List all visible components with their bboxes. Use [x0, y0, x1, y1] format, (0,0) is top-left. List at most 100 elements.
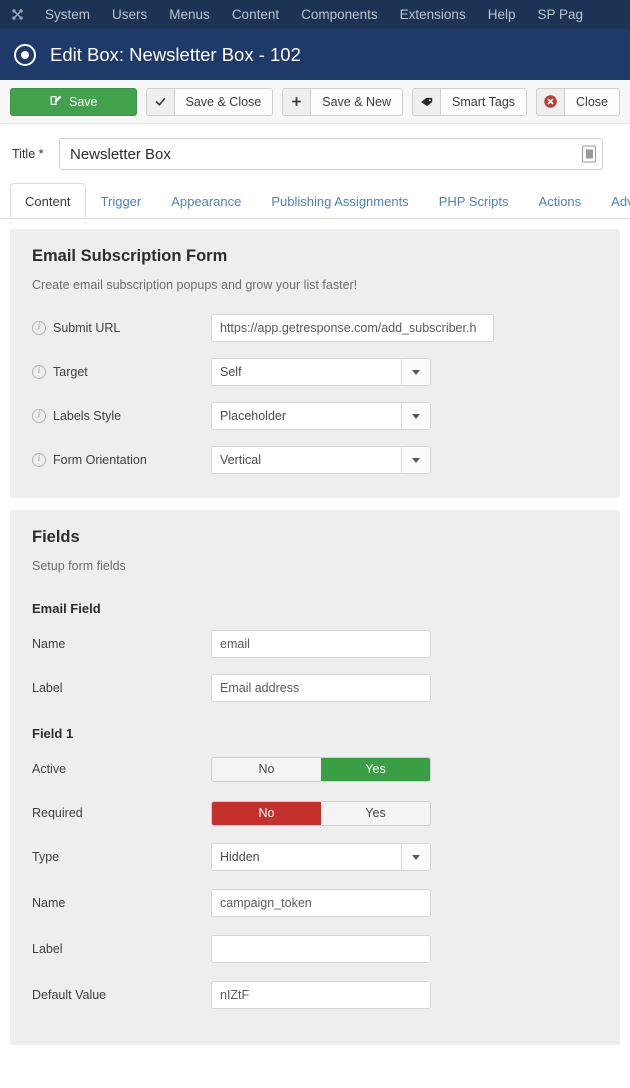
field-1-required-no-option[interactable]: No: [212, 801, 321, 825]
close-circle-icon: [536, 87, 565, 116]
labels-style-select-value: Placeholder: [220, 409, 287, 423]
field-1-label-row: Label: [32, 935, 598, 963]
field-1-required-toggle[interactable]: No Yes: [211, 800, 431, 826]
admin-bar: System Users Menus Content Components Ex…: [0, 0, 630, 29]
field-1-required-yes-option[interactable]: Yes: [321, 801, 430, 825]
field-1-default-value-input[interactable]: nIZtF: [211, 981, 431, 1009]
email-subscription-form-title: Email Subscription Form: [32, 247, 228, 265]
target-select-value: Self: [220, 365, 242, 379]
smart-tags-button-label: Smart Tags: [440, 87, 528, 116]
save-button-label: Save: [69, 94, 98, 109]
info-icon[interactable]: i: [32, 365, 46, 379]
form-orientation-label-group: i Form Orientation: [32, 453, 211, 467]
adminbar-item-users[interactable]: Users: [101, 0, 158, 29]
title-field-row: Title *: [0, 124, 630, 183]
tab-actions[interactable]: Actions: [524, 183, 597, 218]
joomla-logo-icon[interactable]: [0, 6, 34, 23]
field-1-active-toggle[interactable]: No Yes: [211, 756, 431, 782]
submit-url-label-group: i Submit URL: [32, 321, 211, 335]
field-1-default-value-label: Default Value: [32, 988, 107, 1002]
smart-tags-button[interactable]: Smart Tags: [412, 87, 528, 116]
email-subscription-form-panel: Email Subscription Form Create email sub…: [10, 229, 620, 498]
email-label-row: Label Email address: [32, 674, 598, 702]
labels-style-select[interactable]: Placeholder: [211, 402, 431, 430]
field-1-name-label: Name: [32, 896, 66, 910]
chevron-down-icon: [401, 403, 430, 429]
fields-panel: Fields Setup form fields Email Field Nam…: [10, 510, 620, 1045]
toolbar: Save Save & Close Save & New Smart Tags: [0, 80, 630, 124]
pencil-square-icon: [49, 94, 62, 110]
adminbar-item-menus[interactable]: Menus: [158, 0, 221, 29]
form-orientation-label: Form Orientation: [53, 453, 147, 467]
form-orientation-select-value: Vertical: [220, 453, 261, 467]
content-area: Email Subscription Form Create email sub…: [0, 219, 630, 1045]
field-1-required-label: Required: [32, 806, 83, 820]
info-icon[interactable]: i: [32, 321, 46, 335]
email-field-heading: Email Field: [32, 601, 101, 616]
page-titlebar: Edit Box: Newsletter Box - 102: [0, 29, 630, 80]
adminbar-item-help[interactable]: Help: [477, 0, 527, 29]
tab-appearance[interactable]: Appearance: [156, 183, 256, 218]
target-label: Target: [53, 365, 88, 379]
adminbar-item-extensions[interactable]: Extensions: [389, 0, 477, 29]
save-close-button-label: Save & Close: [173, 87, 274, 116]
tab-trigger[interactable]: Trigger: [86, 183, 157, 218]
tab-advanced[interactable]: Adva: [596, 183, 630, 218]
email-name-row: Name email: [32, 630, 598, 658]
field-1-active-label: Active: [32, 762, 67, 776]
adminbar-item-content[interactable]: Content: [221, 0, 290, 29]
target-circle-icon: [14, 43, 36, 66]
close-button[interactable]: Close: [536, 87, 620, 116]
target-row: i Target Self: [32, 358, 598, 386]
target-select[interactable]: Self: [211, 358, 431, 386]
check-icon: [145, 87, 174, 116]
labels-style-label: Labels Style: [53, 409, 122, 423]
save-new-button-label: Save & New: [310, 87, 404, 116]
tab-php-scripts[interactable]: PHP Scripts: [424, 183, 524, 218]
submit-url-row: i Submit URL https://app.getresponse.com…: [32, 314, 598, 342]
info-icon[interactable]: i: [32, 453, 46, 467]
tab-bar: Content Trigger Appearance Publishing As…: [0, 183, 630, 219]
chevron-down-icon: [401, 359, 430, 385]
email-subscription-form-description: Create email subscription popups and gro…: [32, 278, 358, 292]
field-1-default-value-row: Default Value nIZtF: [32, 981, 598, 1009]
labels-style-label-group: i Labels Style: [32, 409, 211, 423]
field-1-type-select[interactable]: Hidden: [211, 843, 431, 871]
plus-icon: [282, 87, 311, 116]
field-1-active-no-option[interactable]: No: [212, 757, 321, 781]
field-1-active-row: Active No Yes: [32, 755, 598, 783]
save-close-button[interactable]: Save & Close: [145, 87, 274, 116]
adminbar-item-components[interactable]: Components: [290, 0, 389, 29]
field-1-name-input[interactable]: campaign_token: [211, 889, 431, 917]
email-label-input[interactable]: Email address: [211, 674, 431, 702]
tab-publishing-assignments[interactable]: Publishing Assignments: [256, 183, 423, 218]
page-title: Edit Box: Newsletter Box - 102: [50, 43, 301, 65]
email-name-label: Name: [32, 637, 66, 651]
save-new-button[interactable]: Save & New: [282, 87, 404, 116]
target-label-group: i Target: [32, 365, 211, 379]
tab-content[interactable]: Content: [10, 183, 86, 218]
field-1-type-select-value: Hidden: [220, 850, 260, 864]
close-button-label: Close: [564, 87, 620, 116]
field-1-label-input[interactable]: [211, 935, 431, 963]
title-field-label: Title *: [12, 147, 44, 161]
submit-url-input[interactable]: https://app.getresponse.com/add_subscrib…: [211, 314, 494, 342]
article-icon[interactable]: [582, 145, 596, 163]
adminbar-item-sp-page-builder[interactable]: SP Pag: [526, 0, 594, 29]
title-input[interactable]: [59, 138, 603, 170]
field-1-active-yes-option[interactable]: Yes: [321, 757, 430, 781]
form-orientation-select[interactable]: Vertical: [211, 446, 431, 474]
field-1-type-row: Type Hidden: [32, 843, 598, 871]
email-name-input[interactable]: email: [211, 630, 431, 658]
info-icon[interactable]: i: [32, 409, 46, 423]
form-orientation-row: i Form Orientation Vertical: [32, 446, 598, 474]
field-1-label-label: Label: [32, 942, 63, 956]
adminbar-item-system[interactable]: System: [34, 0, 101, 29]
save-button[interactable]: Save: [10, 87, 137, 116]
submit-url-label: Submit URL: [53, 321, 121, 335]
fields-panel-title: Fields: [32, 528, 80, 546]
chevron-down-icon: [401, 447, 430, 473]
chevron-down-icon: [401, 844, 430, 870]
labels-style-row: i Labels Style Placeholder: [32, 402, 598, 430]
field-1-heading: Field 1: [32, 726, 74, 741]
